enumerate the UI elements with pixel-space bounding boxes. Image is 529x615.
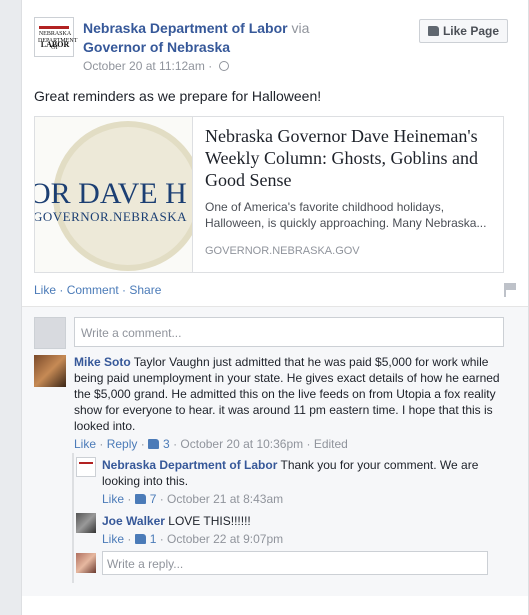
comment: Mike Soto Taylor Vaughn just admitted th… bbox=[74, 354, 514, 452]
reply-likes[interactable]: 1 bbox=[134, 532, 157, 546]
reply: Nebraska Department of Labor Thank you f… bbox=[102, 457, 498, 507]
shared-link-domain: GOVERNOR.NEBRASKA.GOV bbox=[205, 245, 360, 257]
comment-text: Taylor Vaughn just admitted that he was … bbox=[74, 355, 500, 433]
thumbs-up-icon bbox=[134, 534, 146, 544]
reply-text: LOVE THIS!!!!!! bbox=[168, 514, 251, 528]
post-header: NEBRASKA DEPARTMENT OF LABOR Nebraska De… bbox=[34, 17, 516, 77]
reply-timestamp[interactable]: October 22 at 9:07pm bbox=[167, 532, 283, 546]
post-author-line: Nebraska Department of Labor via Governo… bbox=[83, 19, 309, 57]
action-sep-1: · bbox=[56, 283, 67, 297]
comment-reply-link[interactable]: Reply bbox=[107, 437, 138, 451]
comment-author[interactable]: Mike Soto bbox=[74, 355, 131, 369]
comment-like-count: 3 bbox=[163, 437, 170, 451]
thumbs-up-icon bbox=[427, 26, 439, 36]
reply-thread-line bbox=[72, 453, 74, 583]
reply-actions: Like · 7 · October 21 at 8:43am bbox=[102, 492, 284, 506]
flag-icon[interactable] bbox=[504, 283, 516, 297]
shared-link-info: Nebraska Governor Dave Heineman's Weekly… bbox=[205, 125, 499, 231]
card-footer bbox=[22, 596, 528, 615]
avatar bbox=[76, 553, 96, 573]
globe-icon bbox=[218, 61, 229, 71]
reply-like-count: 7 bbox=[149, 492, 157, 506]
image-text-line1: OR DAVE H bbox=[35, 177, 187, 210]
current-user-avatar bbox=[34, 317, 66, 349]
share-link[interactable]: Share bbox=[129, 283, 161, 297]
shared-link-description: One of America's favorite childhood holi… bbox=[205, 200, 487, 230]
comment-like-link[interactable]: Like bbox=[74, 437, 96, 451]
reply-author[interactable]: Joe Walker bbox=[102, 514, 165, 528]
shared-link-title[interactable]: Nebraska Governor Dave Heineman's Weekly… bbox=[205, 125, 499, 191]
like-page-button[interactable]: Like Page bbox=[418, 19, 508, 43]
post-card: NEBRASKA DEPARTMENT OF LABOR Nebraska De… bbox=[21, 0, 529, 615]
like-page-label: Like Page bbox=[442, 24, 499, 38]
reply-timestamp[interactable]: October 21 at 8:43am bbox=[167, 492, 283, 506]
avatar[interactable] bbox=[34, 355, 66, 387]
comment-likes[interactable]: 3 bbox=[148, 437, 170, 451]
action-sep-2: · bbox=[118, 283, 130, 297]
write-comment-input[interactable]: Write a comment... bbox=[74, 317, 504, 347]
thumbs-up-icon bbox=[134, 494, 146, 504]
shared-page-link[interactable]: Governor of Nebraska bbox=[83, 39, 230, 55]
reply-like-link[interactable]: Like bbox=[102, 532, 124, 546]
avatar[interactable] bbox=[76, 457, 96, 477]
comment-actions: Like · Reply · 3 · October 20 at 10:36pm… bbox=[74, 437, 348, 451]
via-text: via bbox=[291, 20, 310, 36]
shared-link-image[interactable]: OR DAVE H GOVERNOR.NEBRASKA bbox=[35, 117, 193, 272]
page-name-link[interactable]: Nebraska Department of Labor bbox=[83, 20, 288, 36]
reply: Joe Walker LOVE THIS!!!!!! Like · 1 · Oc… bbox=[102, 513, 498, 547]
reply-likes[interactable]: 7 bbox=[134, 492, 157, 506]
thumbs-up-icon bbox=[148, 439, 160, 449]
comment-timestamp[interactable]: October 20 at 10:36pm bbox=[180, 437, 303, 451]
write-reply-input[interactable]: Write a reply... bbox=[102, 551, 488, 575]
shared-link-card[interactable]: OR DAVE H GOVERNOR.NEBRASKA Nebraska Gov… bbox=[34, 116, 504, 273]
image-text-line2: GOVERNOR.NEBRASKA bbox=[35, 209, 188, 224]
like-link[interactable]: Like bbox=[34, 283, 56, 297]
post-timestamp[interactable]: October 20 at 11:12am bbox=[83, 59, 205, 73]
logo-stripe bbox=[79, 462, 93, 464]
post-actions: Like · Comment · Share bbox=[34, 283, 161, 297]
avatar[interactable] bbox=[76, 513, 96, 533]
reply-like-count: 1 bbox=[149, 532, 157, 546]
logo-text-bottom: LABOR bbox=[40, 40, 70, 49]
reply-actions: Like · 1 · October 22 at 9:07pm bbox=[102, 532, 284, 546]
post-text: Great reminders as we prepare for Hallow… bbox=[34, 88, 322, 104]
page-logo[interactable]: NEBRASKA DEPARTMENT OF LABOR bbox=[34, 17, 77, 57]
comments-section: Write a comment... Mike Soto Taylor Vaug… bbox=[22, 306, 528, 596]
reply-like-link[interactable]: Like bbox=[102, 492, 124, 506]
comment-edited[interactable]: Edited bbox=[314, 437, 348, 451]
comment-link[interactable]: Comment bbox=[67, 283, 119, 297]
reply-author[interactable]: Nebraska Department of Labor bbox=[102, 458, 277, 472]
post-meta: October 20 at 11:12am · bbox=[83, 59, 229, 73]
logo-stripe bbox=[39, 26, 69, 29]
